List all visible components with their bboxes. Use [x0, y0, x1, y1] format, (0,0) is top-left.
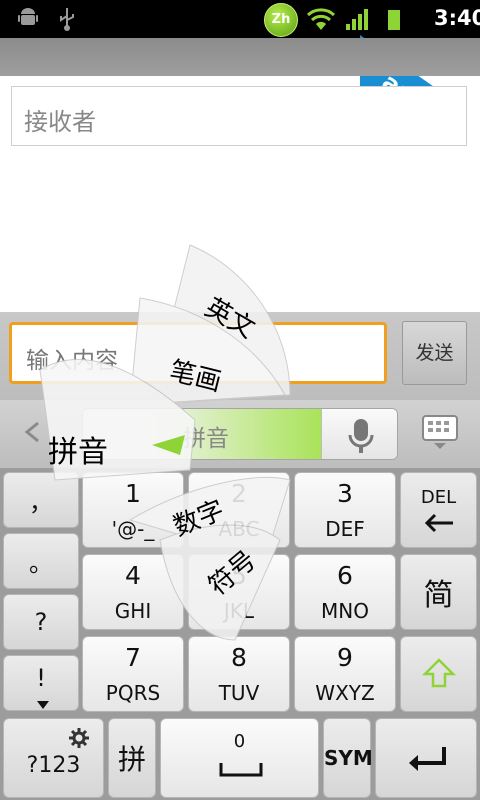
- pinyin-key[interactable]: 拼: [108, 718, 156, 798]
- key-8[interactable]: 8 TUV: [188, 636, 290, 712]
- enter-key[interactable]: [375, 718, 477, 798]
- key-3[interactable]: 3 DEF: [294, 472, 396, 548]
- key-period[interactable]: 。: [3, 533, 79, 589]
- key-6[interactable]: 6 MNO: [294, 554, 396, 630]
- usb-icon: [56, 6, 78, 38]
- backspace-arrow-icon: [424, 513, 453, 533]
- recipient-field[interactable]: 接收者: [11, 86, 467, 146]
- shift-arrow-icon: [422, 658, 456, 688]
- send-button[interactable]: 发送: [402, 321, 467, 385]
- battery-icon: [386, 6, 402, 38]
- arrow-left-icon[interactable]: [22, 420, 44, 448]
- message-placeholder: 输入内容: [26, 348, 118, 374]
- key-comma[interactable]: ，: [3, 472, 79, 528]
- symbol-key[interactable]: SYM: [323, 718, 373, 798]
- key-9[interactable]: 9 WXYZ: [294, 636, 396, 712]
- enter-icon: [409, 747, 446, 771]
- recipient-placeholder: 接收者: [24, 108, 96, 136]
- key-exclaim[interactable]: !: [3, 655, 79, 711]
- shift-key[interactable]: [400, 636, 477, 712]
- android-icon: [16, 6, 40, 36]
- wifi-icon: [306, 6, 336, 38]
- simplified-toggle-key[interactable]: 简: [400, 554, 477, 630]
- key-4[interactable]: 4 GHI: [82, 554, 184, 630]
- microphone-icon: [348, 419, 374, 453]
- space-key[interactable]: 0: [160, 718, 319, 798]
- fan-item-pinyin[interactable]: 拼音: [48, 427, 108, 471]
- numbers-switch-key[interactable]: ?123: [3, 718, 104, 798]
- clock-time: 3:40: [434, 6, 480, 30]
- zh-input-icon: Zh: [264, 3, 298, 37]
- keyboard-hide-icon[interactable]: [420, 412, 460, 456]
- input-mode-bar[interactable]: 拼音: [82, 408, 398, 460]
- key-7[interactable]: 7 PQRS: [82, 636, 184, 712]
- signal-icon: [344, 6, 372, 38]
- caret-down-icon: [37, 701, 49, 709]
- input-mode-label: 拼音: [183, 426, 229, 452]
- title-bar: [0, 38, 480, 76]
- microphone-button[interactable]: [321, 409, 397, 459]
- delete-key[interactable]: DEL: [400, 472, 477, 548]
- key-question[interactable]: ?: [3, 594, 79, 650]
- status-bar: Zh 3:40: [0, 0, 480, 38]
- space-bar-icon: [219, 763, 263, 777]
- gear-icon: [69, 728, 89, 748]
